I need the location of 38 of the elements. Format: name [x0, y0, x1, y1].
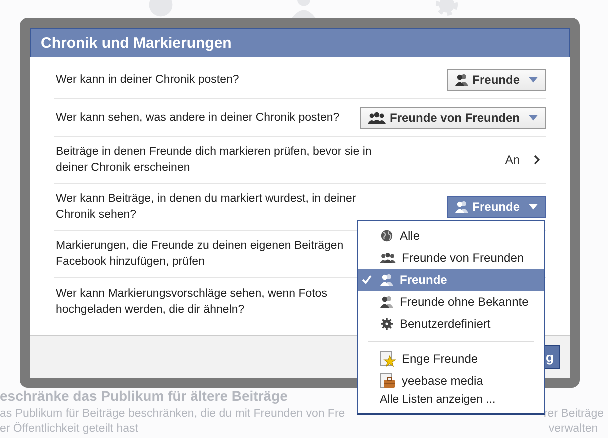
friends-icon [380, 296, 394, 308]
caret-icon [529, 204, 538, 210]
audience-option[interactable]: Alle [358, 225, 544, 247]
setting-label: Wer kann Markierungsvorschläge sehen, wenn Fotos hochgeladen werden, die dir ähneln? [55, 286, 328, 318]
gear-icon [380, 318, 394, 330]
star-list-icon [380, 351, 396, 367]
review-toggle[interactable]: An [499, 153, 546, 167]
audience-option[interactable]: Benutzerdefiniert [358, 313, 544, 335]
section-description: as Publikum für Beiträge beschränken, die du mit Freunden von Fre er Öffentlichkeit geteilt hast [0, 407, 346, 437]
setting-label: Wer kann in deiner Chronik posten? [55, 72, 240, 88]
globe-icon [148, 0, 174, 18]
friend-list-option[interactable]: yeebase media [358, 370, 544, 392]
setting-label: Wer kann sehen, was andere in deiner Chronik posten? [55, 110, 341, 126]
group-icon [380, 252, 396, 264]
chevron-icon [534, 155, 540, 165]
caret-icon [529, 114, 538, 120]
audience-option[interactable]: Freunde [358, 269, 544, 291]
setting-label: Markierungen, die Freunde zu deinen eigenen Beiträgen Facebook hinzufügen, prüfen [55, 239, 345, 270]
setting-label: Beiträge in denen Freunde dich markieren prüfen, bevor sie in deiner Chronik erscheinen [55, 145, 373, 176]
checkmark-icon [362, 275, 372, 285]
caret-icon [529, 76, 538, 82]
audience-dropdown[interactable]: Freunde [446, 68, 546, 90]
friends-icon [454, 74, 469, 86]
all-lists-link[interactable]: Alle Listen anzeigen ... [358, 392, 544, 409]
friends-icon [380, 274, 394, 286]
globe-icon [380, 230, 394, 242]
audience-option[interactable]: Freunde von Freunden [358, 247, 544, 269]
briefcase-list-icon [380, 373, 396, 389]
setting-label: Wer kann Beiträge, in denen du markiert wurdest, in deiner Chronik sehen? [55, 192, 358, 223]
audience-dropdown[interactable]: Freunde [446, 196, 546, 218]
audience-dropdown[interactable]: Freunde von Freunden [360, 106, 546, 128]
section-heading: eschränke das Publikum für ältere Beiträge [0, 388, 288, 405]
audience-option[interactable]: Freunde ohne Bekannte [358, 291, 544, 313]
group-icon [368, 112, 386, 124]
dialog-title: Chronik und Markierungen [41, 35, 232, 52]
gear-icon [434, 0, 460, 18]
friends-icon [454, 201, 469, 213]
person-icon [290, 0, 317, 18]
